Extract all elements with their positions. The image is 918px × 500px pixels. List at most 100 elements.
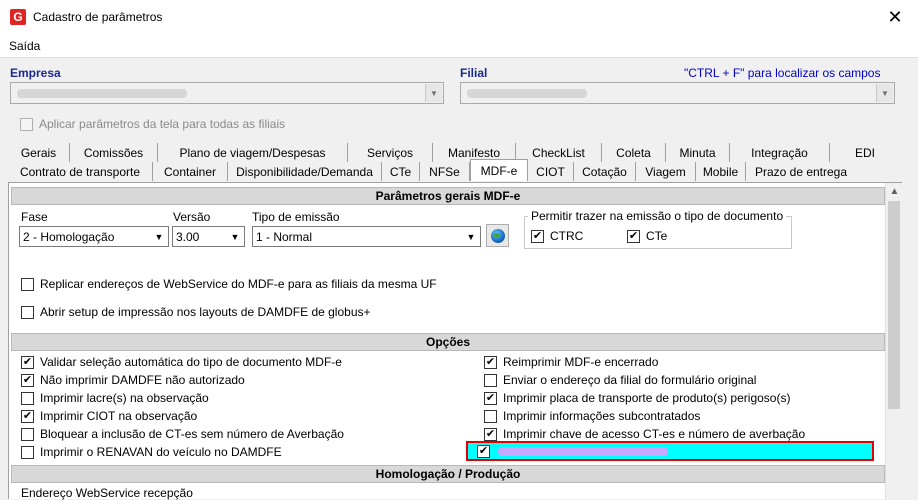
tab-coleta[interactable]: Coleta	[602, 143, 666, 162]
tipo-emissao-value: 1 - Normal	[256, 229, 313, 244]
chevron-down-icon[interactable]: ▼	[463, 228, 479, 245]
option-checkbox-left[interactable]: Imprimir lacre(s) na observação	[21, 391, 209, 405]
tab-cotacao[interactable]: Cotação	[574, 162, 636, 181]
menu-bar: Saída	[0, 34, 918, 58]
checkbox-box[interactable]	[21, 427, 34, 441]
tab-integracao[interactable]: Integração	[730, 143, 830, 162]
tab-viagem[interactable]: Viagem	[636, 162, 696, 181]
option-checkbox-left[interactable]: Imprimir o RENAVAN do veículo no DAMDFE	[21, 445, 282, 459]
checkbox-box[interactable]: ✔	[484, 427, 497, 441]
option-label: Bloquear a inclusão de CT-es sem número …	[40, 427, 344, 441]
tab-prazo-entrega[interactable]: Prazo de entrega	[746, 162, 856, 181]
tab-ciot[interactable]: CIOT	[528, 162, 574, 181]
checkbox-box[interactable]	[484, 373, 497, 387]
checkbox-box[interactable]: ✔	[531, 229, 544, 243]
option-checkbox-right[interactable]: Enviar o endereço da filial do formulári…	[484, 373, 756, 387]
checkbox-box[interactable]	[484, 409, 497, 423]
apply-all-checkbox[interactable]: Aplicar parâmetros da tela para todas as…	[20, 117, 285, 131]
globe-icon	[490, 228, 505, 243]
fase-label: Fase	[21, 210, 48, 224]
tab-nfse[interactable]: NFSe	[420, 162, 470, 181]
tab-checklist[interactable]: CheckList	[516, 143, 602, 162]
highlighted-option-label-redacted	[498, 446, 668, 456]
tab-cte[interactable]: CTe	[382, 162, 420, 181]
option-checkbox-left[interactable]: Bloquear a inclusão de CT-es sem número …	[21, 427, 344, 441]
option-label: Não imprimir DAMDFE não autorizado	[40, 373, 245, 387]
tab-mobile[interactable]: Mobile	[696, 162, 746, 181]
window-title: Cadastro de parâmetros	[33, 10, 163, 24]
fase-value: 2 - Homologação	[23, 229, 115, 244]
checkbox-box[interactable]: ✔	[484, 355, 497, 369]
section-options-header: Opções	[11, 333, 885, 351]
setup-impressao-checkbox[interactable]: Abrir setup de impressão nos layouts de …	[21, 305, 371, 319]
checkbox-box[interactable]	[21, 391, 34, 405]
option-label: Imprimir CIOT na observação	[40, 409, 198, 423]
app-logo-icon: G	[10, 9, 26, 25]
chevron-down-icon[interactable]: ▼	[151, 228, 167, 245]
chevron-down-icon[interactable]: ▼	[227, 228, 243, 245]
versao-select[interactable]: 3.00 ▼	[172, 226, 245, 247]
section-general-header: Parâmetros gerais MDF-e	[11, 187, 885, 205]
empresa-select[interactable]: ▼	[10, 82, 444, 104]
checkbox-box[interactable]	[21, 277, 34, 291]
tipo-emissao-select[interactable]: 1 - Normal ▼	[252, 226, 481, 247]
highlighted-option-row[interactable]: ✔	[466, 441, 874, 461]
checkbox-box[interactable]: ✔	[627, 229, 640, 243]
option-label: Enviar o endereço da filial do formulári…	[503, 373, 757, 387]
checkbox-box[interactable]	[21, 305, 34, 319]
tab-disponibilidade[interactable]: Disponibilidade/Demanda	[228, 162, 382, 181]
option-checkbox-right[interactable]: ✔ Imprimir chave de acesso CT-es e númer…	[484, 427, 805, 441]
option-checkbox-right[interactable]: ✔ Reimprimir MDF-e encerrado	[484, 355, 658, 369]
filial-select[interactable]: ▼	[460, 82, 895, 104]
tab-row-1: Gerais Comissões Plano de viagem/Despesa…	[8, 142, 912, 162]
cte-checkbox[interactable]: ✔ CTe	[627, 229, 667, 243]
webservice-globe-button[interactable]	[486, 224, 509, 247]
main-frame: Empresa Filial "CTRL + F" para localizar…	[8, 64, 912, 500]
replicar-label: Replicar endereços de WebService do MDF-…	[40, 277, 437, 291]
option-label: Imprimir placa de transporte de produto(…	[503, 391, 791, 405]
option-checkbox-right[interactable]: Imprimir informações subcontratados	[484, 409, 700, 423]
ctrc-label: CTRC	[550, 229, 584, 243]
checkbox-box[interactable]: ✔	[484, 391, 497, 405]
tab-container[interactable]: Container	[153, 162, 228, 181]
option-label: Imprimir lacre(s) na observação	[40, 391, 209, 405]
tab-comissoes[interactable]: Comissões	[70, 143, 158, 162]
checkbox-box[interactable]	[20, 117, 33, 131]
close-button[interactable]: ✕	[872, 0, 918, 34]
option-label: Imprimir o RENAVAN do veículo no DAMDFE	[40, 445, 282, 459]
tab-contrato-transporte[interactable]: Contrato de transporte	[8, 162, 153, 181]
checkbox-box[interactable]	[21, 445, 34, 459]
tab-edi[interactable]: EDI	[830, 143, 900, 162]
option-checkbox-left[interactable]: ✔ Validar seleção automática do tipo de …	[21, 355, 342, 369]
tab-servicos[interactable]: Serviços	[348, 143, 433, 162]
tab-plano-viagem[interactable]: Plano de viagem/Despesas	[158, 143, 348, 162]
scroll-up-icon[interactable]: ▲	[886, 183, 903, 200]
title-bar: G Cadastro de parâmetros ✕	[0, 0, 918, 34]
option-checkbox-left[interactable]: ✔ Não imprimir DAMDFE não autorizado	[21, 373, 245, 387]
checkbox-box[interactable]: ✔	[21, 373, 34, 387]
checkbox-box[interactable]: ✔	[21, 409, 34, 423]
option-label: Reimprimir MDF-e encerrado	[503, 355, 659, 369]
vertical-scrollbar[interactable]: ▲	[885, 183, 902, 500]
tab-minuta[interactable]: Minuta	[666, 143, 730, 162]
option-checkbox-right[interactable]: ✔ Imprimir placa de transporte de produt…	[484, 391, 790, 405]
scroll-thumb[interactable]	[888, 201, 900, 409]
fase-select[interactable]: 2 - Homologação ▼	[19, 226, 169, 247]
filial-label: Filial	[460, 66, 488, 80]
empresa-label: Empresa	[10, 66, 61, 80]
apply-all-label: Aplicar parâmetros da tela para todas as…	[39, 117, 286, 131]
ctrc-checkbox[interactable]: ✔ CTRC	[531, 229, 583, 243]
tab-gerais[interactable]: Gerais	[8, 143, 70, 162]
chevron-down-icon[interactable]: ▼	[425, 84, 442, 102]
replicar-checkbox[interactable]: Replicar endereços de WebService do MDF-…	[21, 277, 437, 291]
checkbox-box[interactable]: ✔	[21, 355, 34, 369]
chevron-down-icon[interactable]: ▼	[876, 84, 893, 102]
option-label: Imprimir chave de acesso CT-es e número …	[503, 427, 806, 441]
endereco-webservice-label: Endereço WebService recepção	[21, 486, 193, 500]
option-checkbox-left[interactable]: ✔ Imprimir CIOT na observação	[21, 409, 197, 423]
tipo-emissao-label: Tipo de emissão	[252, 210, 340, 224]
menu-item-saida[interactable]: Saída	[9, 39, 40, 53]
versao-value: 3.00	[176, 229, 200, 244]
checkbox-box[interactable]: ✔	[477, 444, 490, 458]
tab-mdfe[interactable]: MDF-e	[470, 159, 528, 181]
